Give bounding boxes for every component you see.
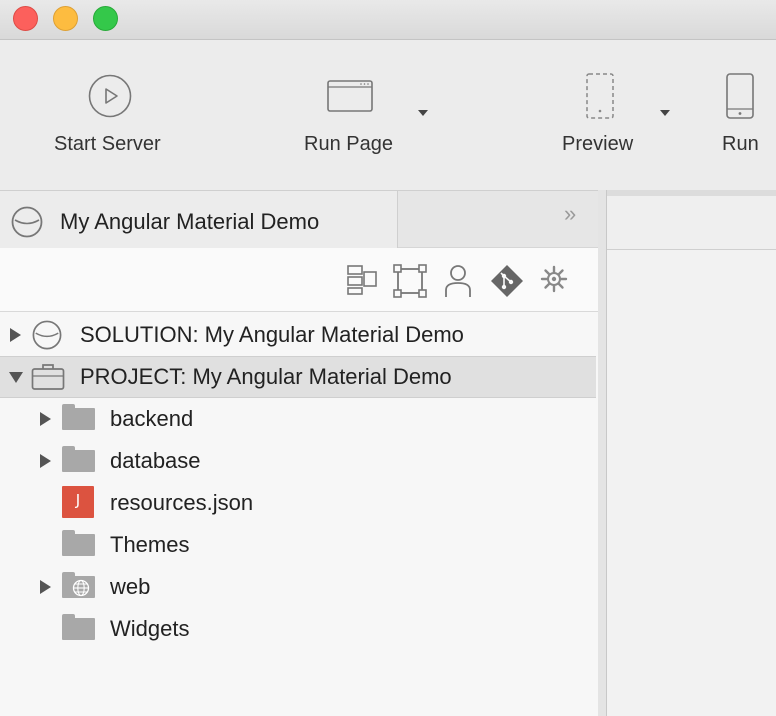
preview-button[interactable]: Preview [548,40,658,170]
tree-row-label: backend [110,406,194,431]
tree-row-web[interactable]: web [0,566,596,608]
device-preview-icon [586,73,614,119]
toolbar: Start Server Run Page Preview Run [0,40,776,190]
tree-row-label: SOLUTION: My Angular Material Demo [80,322,464,347]
preview-dropdown-icon[interactable] [660,110,670,116]
zoom-window-button[interactable] [93,6,118,31]
folder-icon [62,446,95,472]
expand-arrow-icon[interactable] [40,454,51,468]
solution-explorer-panel: My Angular Material Demo » SOLUTION: My … [0,190,598,716]
hierarchy-view-icon[interactable] [346,264,378,296]
folder-icon [62,404,95,430]
editor-panel [606,190,776,716]
run-page-dropdown-icon[interactable] [418,110,428,116]
git-icon[interactable] [490,264,524,298]
editor-tab-bar [607,190,776,250]
settings-gear-icon[interactable] [540,264,568,294]
tree-row-label: Themes [110,532,190,557]
window-titlebar [0,0,776,40]
tree-row-widgets[interactable]: Widgets [0,608,596,650]
web-folder-icon [62,572,95,598]
folder-icon [62,614,95,640]
solution-icon [11,206,43,238]
panel-action-bar [0,248,598,312]
tree-row-database[interactable]: database [0,440,596,482]
preview-label: Preview [562,133,634,155]
play-circle-icon [88,74,132,118]
collapse-arrow-icon[interactable] [9,372,23,383]
tree-row-resources-json[interactable]: J resources.json [0,482,596,524]
tree-row-solution[interactable]: SOLUTION: My Angular Material Demo [0,314,596,356]
panel-splitter[interactable] [598,190,606,716]
collapse-panel-icon[interactable]: » [564,201,576,227]
minimize-window-button[interactable] [53,6,78,31]
panel-tab-title: My Angular Material Demo [60,209,320,234]
close-window-button[interactable] [13,6,38,31]
user-icon[interactable] [444,264,472,298]
start-server-button[interactable]: Start Server [40,40,180,170]
tree-row-label: web [110,574,151,599]
start-server-label: Start Server [54,133,161,155]
panel-tab-bar: My Angular Material Demo » [0,190,598,249]
frame-select-icon[interactable] [393,264,427,298]
run-page-button[interactable]: Run Page [290,40,440,170]
tree-row-label: database [110,448,201,473]
tree-row-project[interactable]: PROJECT: My Angular Material Demo [0,356,596,398]
tab-my-angular-material-demo[interactable]: My Angular Material Demo [0,191,398,249]
expand-arrow-icon[interactable] [10,328,21,342]
run-button[interactable]: Run [706,40,776,170]
project-tree: SOLUTION: My Angular Material Demo PROJE… [0,312,598,716]
tree-row-label: PROJECT: My Angular Material Demo [80,364,452,389]
briefcase-icon [31,364,65,390]
run-page-label: Run Page [304,133,393,155]
mobile-phone-icon [726,73,754,119]
json-file-icon: J [62,486,94,518]
expand-arrow-icon[interactable] [40,580,51,594]
expand-arrow-icon[interactable] [40,412,51,426]
tree-row-themes[interactable]: Themes [0,524,596,566]
folder-icon [62,530,95,556]
tree-row-label: resources.json [110,490,254,515]
globe-icon [72,579,90,597]
tree-row-backend[interactable]: backend [0,398,596,440]
tree-row-label: Widgets [110,616,190,641]
solution-icon [32,320,62,350]
browser-window-icon [327,80,373,112]
run-label: Run [722,133,759,155]
